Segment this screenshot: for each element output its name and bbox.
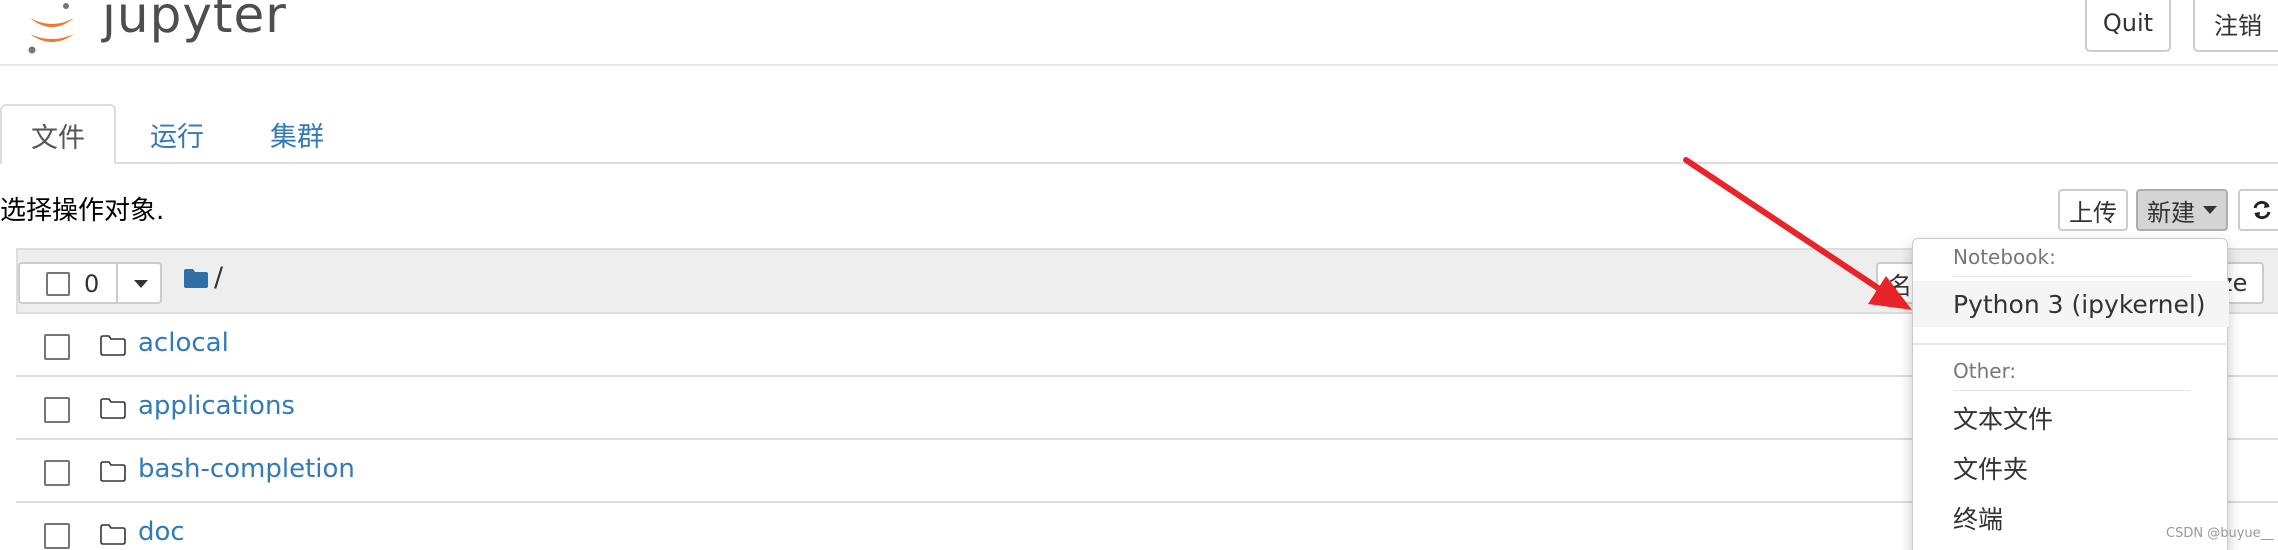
folder-icon — [100, 335, 126, 356]
select-all-group: 0 — [18, 262, 162, 304]
tab-clusters[interactable]: 集群 — [252, 104, 342, 164]
tab-files[interactable]: 文件 — [0, 104, 116, 164]
logo-text: jupyter — [102, 0, 287, 44]
new-dropdown-button[interactable]: 新建 — [2136, 189, 2228, 231]
refresh-icon — [2253, 200, 2271, 220]
menu-item-python3-kernel[interactable]: Python 3 (ipykernel) — [1913, 281, 2229, 327]
select-menu-caret-icon[interactable] — [134, 280, 148, 288]
menu-item-text-file[interactable]: 文本文件 — [1913, 395, 2229, 441]
select-divider — [116, 264, 118, 302]
row-checkbox[interactable] — [44, 397, 70, 423]
folder-icon — [100, 524, 126, 545]
new-dropdown-menu: Notebook: Python 3 (ipykernel) Other: 文本… — [1912, 238, 2229, 550]
jupyter-logo[interactable]: jupyter — [22, 0, 286, 58]
folder-icon — [100, 398, 126, 419]
tab-running[interactable]: 运行 — [132, 104, 222, 164]
upload-button[interactable]: 上传 — [2058, 189, 2128, 231]
new-button-label: 新建 — [2147, 198, 2195, 227]
logout-button[interactable]: 注销 — [2193, 0, 2278, 52]
selected-count: 0 — [84, 270, 100, 298]
select-all-checkbox[interactable] — [46, 272, 70, 296]
menu-header-other: Other: — [1953, 359, 2017, 383]
caret-down-icon — [2203, 206, 2217, 214]
watermark: CSDN @buyue__ — [2166, 526, 2274, 541]
row-checkbox[interactable] — [44, 523, 70, 549]
header-divider — [0, 64, 2278, 66]
file-name-link[interactable]: bash-completion — [138, 454, 355, 484]
refresh-button[interactable] — [2238, 189, 2278, 231]
menu-header-notebook: Notebook: — [1953, 245, 2056, 269]
file-name-link[interactable]: aclocal — [138, 328, 229, 358]
row-checkbox[interactable] — [44, 460, 70, 486]
quit-button[interactable]: Quit — [2085, 0, 2171, 52]
folder-filled-icon[interactable] — [184, 268, 208, 288]
menu-divider — [1913, 343, 2229, 345]
file-name-link[interactable]: doc — [138, 517, 185, 547]
menu-item-folder[interactable]: 文件夹 — [1913, 445, 2229, 491]
breadcrumb-root[interactable]: / — [214, 262, 223, 293]
menu-divider — [1953, 276, 2191, 277]
jupyter-logo-icon — [28, 3, 74, 54]
file-name-link[interactable]: applications — [138, 391, 295, 421]
select-items-message: 选择操作对象. — [0, 196, 165, 226]
folder-icon — [100, 461, 126, 482]
jupyter-file-browser: jupyter Quit 注销 文件 运行 集群 选择操作对象. 上传 新建 0… — [0, 0, 2278, 550]
row-checkbox[interactable] — [44, 334, 70, 360]
menu-divider — [1953, 390, 2191, 391]
